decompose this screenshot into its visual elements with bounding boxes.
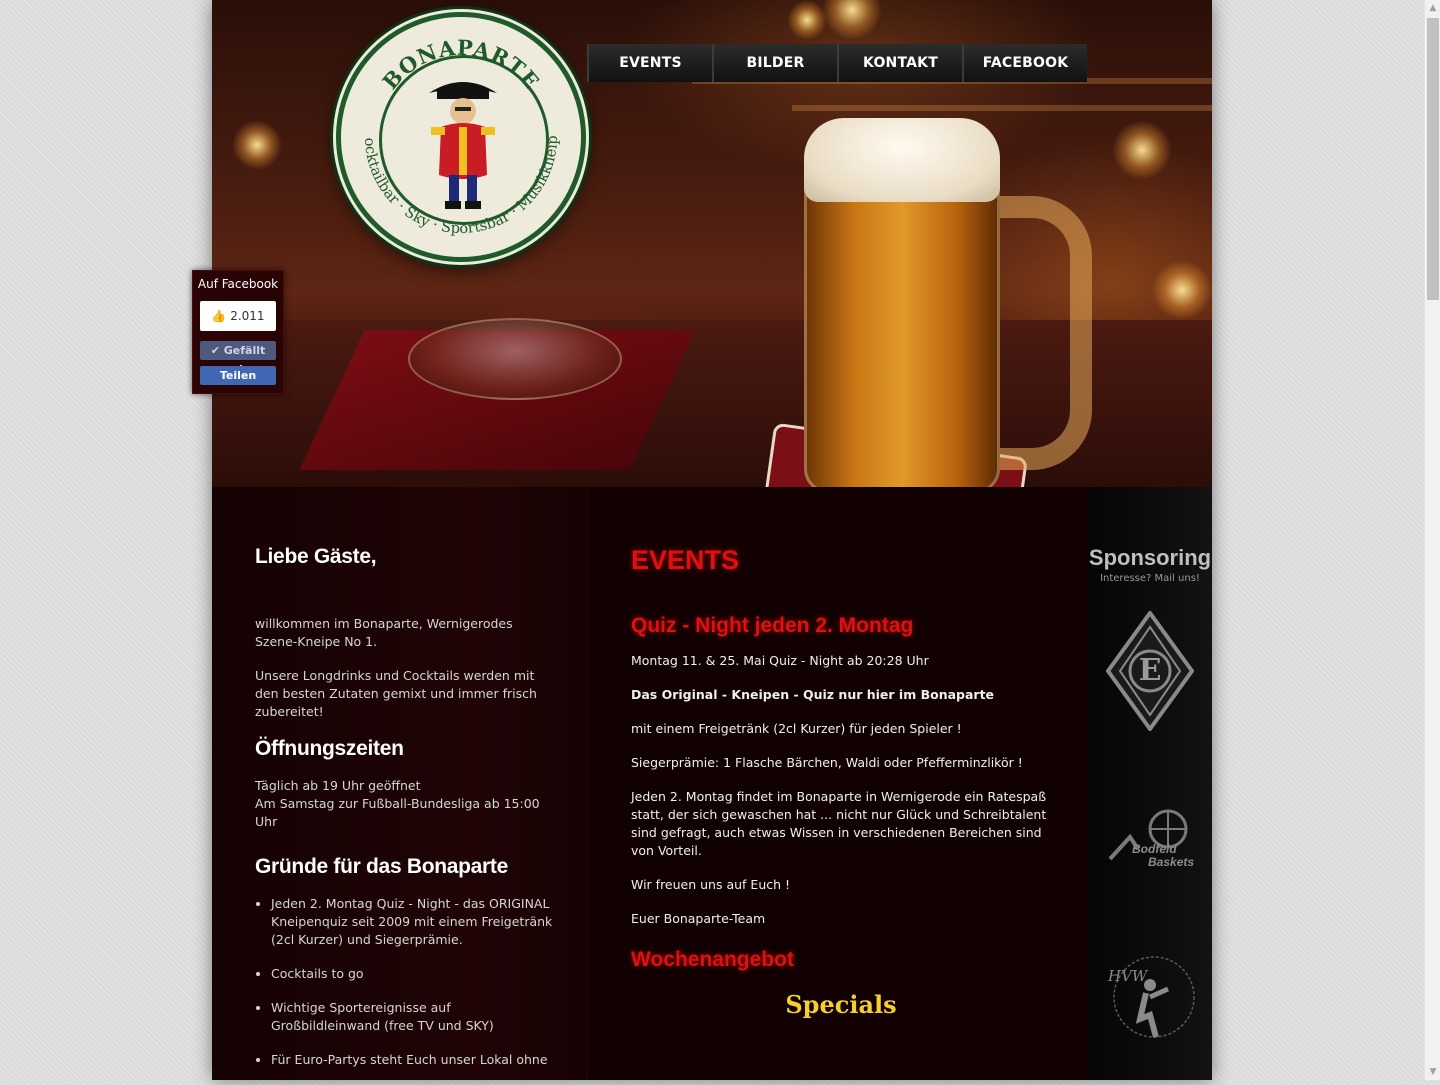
hours-heading: Öffnungszeiten [255, 737, 404, 760]
hours-daily: Täglich ab 19 Uhr geöffnet [255, 778, 421, 793]
welcome-text: willkommen im Bonaparte, Wernigerodes Sz… [255, 616, 513, 649]
facebook-like-count: 👍 2.011 [200, 301, 276, 331]
quiz-heading: Quiz - Night jeden 2. Montag [631, 614, 914, 637]
events-column: EVENTS Quiz - Night jeden 2. Montag Mont… [587, 487, 1088, 1080]
sponsoring-subtitle[interactable]: Interesse? Mail uns! [1088, 573, 1212, 584]
events-heading: EVENTS [631, 545, 740, 575]
sponsoring-heading: Sponsoring [1088, 545, 1212, 570]
content-area: Liebe Gäste, willkommen im Bonaparte, We… [212, 487, 1212, 1080]
facebook-widget-title: Auf Facebook [197, 277, 279, 291]
page-scrollbar[interactable]: ▲ ▼ [1424, 0, 1440, 1080]
facebook-like-button[interactable]: ✔ Gefällt mir [200, 341, 276, 376]
quiz-details: Montag 11. & 25. Mai Quiz - Night ab 20:… [631, 652, 1051, 928]
sponsor-bodfeld-line2: Baskets [1148, 855, 1195, 869]
reason-item: Jeden 2. Montag Quiz - Night - das ORIGI… [271, 895, 555, 949]
quiz-signature-text: Euer Bonaparte-Team [631, 911, 766, 926]
reasons-heading: Gründe für das Bonaparte [255, 855, 509, 878]
quiz-original-text: Das Original - Kneipen - Quiz nur hier i… [631, 687, 995, 702]
napoleon-figure-icon [429, 82, 497, 209]
quiz-description-text: Jeden 2. Montag findet im Bonaparte in W… [631, 789, 1047, 858]
reason-item: Für Euro-Partys steht Euch unser Lokal o… [271, 1051, 555, 1069]
facebook-share-button[interactable]: Teilen [200, 366, 276, 385]
main-nav: EVENTS BILDER KONTAKT FACEBOOK [587, 44, 1087, 82]
like-count-value: 2.011 [230, 309, 265, 323]
page-container: BONAPARTE Cocktailbar · Sky · Sportsbar … [212, 0, 1212, 1080]
reason-item: Wichtige Sportereignisse auf Großbildlei… [271, 999, 555, 1035]
sponsor-hvw-text: HVW [1108, 967, 1148, 985]
drinks-text: Unsere Longdrinks und Cocktails werden m… [255, 668, 537, 719]
scroll-down-arrow-icon[interactable]: ▼ [1425, 1064, 1440, 1080]
checkmark-icon: ✔ [210, 344, 220, 357]
hours-text-block: Täglich ab 19 Uhr geöffnet Am Samstag zu… [255, 777, 555, 831]
thumbs-up-icon: 👍 [211, 309, 227, 323]
nav-item-facebook[interactable]: FACEBOOK [962, 44, 1087, 82]
weekly-offer-heading: Wochenangebot [631, 948, 794, 971]
scroll-up-arrow-icon[interactable]: ▲ [1425, 0, 1440, 16]
sponsoring-column: Sponsoring Interesse? Mail uns! E Bodfel… [1088, 487, 1212, 1080]
reasons-list: Jeden 2. Montag Quiz - Night - das ORIGI… [255, 895, 555, 1069]
handball-player-icon [1113, 956, 1195, 1038]
quiz-prize-text: Siegerprämie: 1 Flasche Bärchen, Waldi o… [631, 755, 1023, 770]
quiz-welcome-text: Wir freuen uns auf Euch ! [631, 877, 791, 892]
sponsor-logo-e[interactable]: E [1105, 609, 1195, 735]
sponsor-logo-bodfeld-baskets[interactable]: Bodfeld Baskets [1106, 809, 1196, 875]
sponsor-e-letter: E [1138, 653, 1162, 688]
facebook-widget: Auf Facebook 👍 2.011 ✔ Gefällt mir Teile… [192, 270, 284, 394]
left-column: Liebe Gäste, willkommen im Bonaparte, We… [212, 487, 587, 1080]
welcome-text-block: willkommen im Bonaparte, Wernigerodes Sz… [255, 615, 555, 721]
scrollbar-thumb[interactable] [1427, 18, 1439, 300]
greeting-heading: Liebe Gäste, [255, 545, 377, 568]
hours-saturday: Am Samstag zur Fußball-Bundesliga ab 15:… [255, 796, 540, 829]
nav-item-bilder[interactable]: BILDER [712, 44, 837, 82]
sponsor-logo-hvw[interactable]: HVW [1106, 949, 1196, 1049]
nav-item-kontakt[interactable]: KONTAKT [837, 44, 962, 82]
quiz-freedrink-text: mit einem Freigetränk (2cl Kurzer) für j… [631, 721, 962, 736]
bonaparte-logo[interactable]: BONAPARTE Cocktailbar · Sky · Sportsbar … [336, 12, 586, 262]
specials-heading: Specials [785, 990, 897, 1019]
nav-item-events[interactable]: EVENTS [587, 44, 712, 82]
reason-item: Cocktails to go [271, 965, 555, 983]
quiz-date-text: Montag 11. & 25. Mai Quiz - Night ab 20:… [631, 653, 929, 668]
